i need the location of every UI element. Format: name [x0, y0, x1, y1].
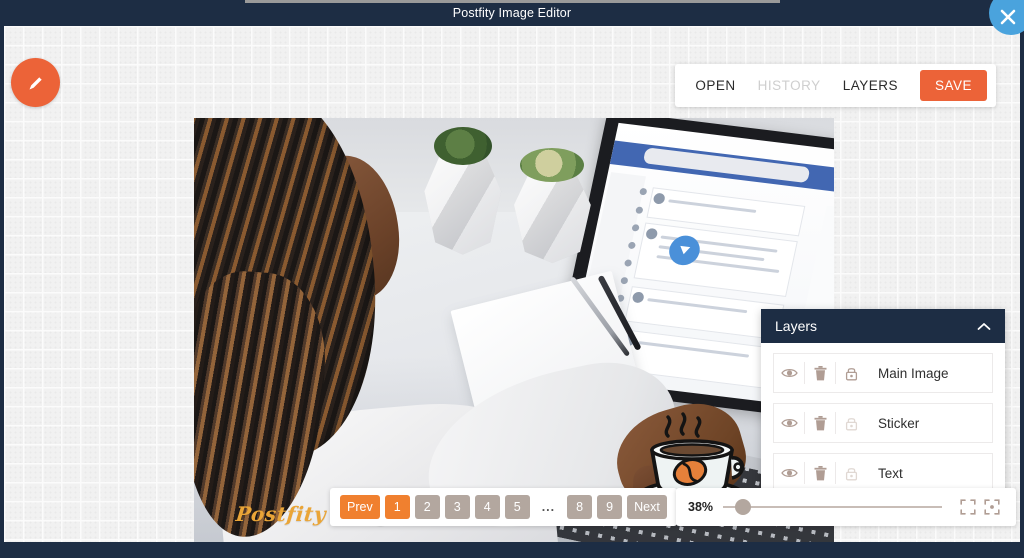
chevron-up-icon: [977, 322, 991, 330]
editor-toolbar: OPEN HISTORY LAYERS SAVE: [675, 64, 996, 107]
layer-name: Main Image: [878, 365, 949, 381]
eye-icon: [780, 368, 798, 378]
window-titlebar: Postfity Image Editor: [0, 0, 1024, 26]
zoom-slider[interactable]: [723, 499, 942, 515]
succulent-right: [520, 147, 585, 183]
layers-panel-header[interactable]: Layers: [761, 309, 1005, 343]
eye-icon: [780, 418, 798, 428]
trash-icon: [814, 465, 826, 480]
edit-pencil-button[interactable]: [11, 58, 60, 107]
main-image-photo: Postfity image editor!: [194, 118, 834, 542]
pagination-page-4[interactable]: 4: [474, 495, 500, 519]
layer-row[interactable]: Sticker: [773, 403, 993, 443]
save-button[interactable]: SAVE: [919, 70, 987, 101]
open-button[interactable]: OPEN: [695, 78, 735, 93]
layers-panel-title: Layers: [775, 318, 818, 334]
close-icon: [1000, 9, 1015, 24]
editor-canvas-area[interactable]: Postfity image editor! OPEN HISTORY LAYE…: [4, 26, 1020, 542]
layer-delete-button[interactable]: [805, 415, 835, 431]
layer-name: Text: [878, 465, 903, 481]
pagination-page-2[interactable]: 2: [414, 495, 440, 519]
layers-button[interactable]: LAYERS: [843, 78, 898, 93]
zoom-bar: 38%: [676, 488, 1016, 526]
layer-lock-button[interactable]: [836, 466, 866, 481]
layers-list: Main Image Sticker Text: [761, 343, 1005, 507]
pagination-prev[interactable]: Prev: [340, 495, 380, 519]
trash-icon: [814, 365, 826, 380]
lock-icon: [845, 417, 857, 430]
layer-lock-button[interactable]: [836, 366, 866, 381]
image-editor-window: Postfity Image Editor Postfity OPEN HIST…: [0, 0, 1024, 558]
pagination-page-3[interactable]: 3: [444, 495, 470, 519]
window-title: Postfity Image Editor: [452, 6, 572, 20]
pagination-next[interactable]: Next: [627, 495, 667, 519]
fullscreen-button[interactable]: [956, 499, 980, 515]
pagination-bar: Prev 1 2 3 4 5 ... 8 9 Next: [330, 488, 677, 526]
collapse-panel-button[interactable]: [977, 322, 991, 331]
layer-visibility-toggle[interactable]: [774, 467, 804, 479]
fullscreen-icon: [960, 499, 976, 515]
layer-row[interactable]: Main Image: [773, 353, 993, 393]
center-focus-button[interactable]: [980, 499, 1004, 515]
layer-name: Sticker: [878, 415, 920, 431]
layer-visibility-toggle[interactable]: [774, 367, 804, 379]
pagination-page-5[interactable]: 5: [504, 495, 530, 519]
trash-icon: [814, 415, 826, 430]
center-focus-icon: [984, 499, 1000, 515]
pencil-icon: [29, 76, 42, 89]
planter-left: [424, 152, 502, 255]
layer-delete-button[interactable]: [805, 365, 835, 381]
window-top-strip: [245, 0, 780, 3]
zoom-level-label: 38%: [688, 500, 714, 514]
layers-panel: Layers Main Image Sticker Text: [761, 309, 1005, 507]
layer-visibility-toggle[interactable]: [774, 417, 804, 429]
lock-icon: [845, 467, 857, 480]
planter-right: [514, 169, 591, 264]
pagination-page-9[interactable]: 9: [597, 495, 623, 519]
lock-icon: [845, 367, 857, 380]
zoom-slider-thumb[interactable]: [734, 499, 751, 515]
eye-icon: [780, 468, 798, 478]
layer-lock-button[interactable]: [836, 416, 866, 431]
layer-delete-button[interactable]: [805, 465, 835, 481]
layer-row[interactable]: Text: [773, 453, 993, 493]
pagination-page-1[interactable]: 1: [384, 495, 410, 519]
history-button: HISTORY: [757, 78, 821, 93]
succulent-left: [434, 126, 492, 165]
pagination-ellipsis: ...: [541, 500, 556, 514]
pagination-page-8[interactable]: 8: [567, 495, 593, 519]
main-image-canvas[interactable]: Postfity image editor!: [194, 118, 834, 542]
